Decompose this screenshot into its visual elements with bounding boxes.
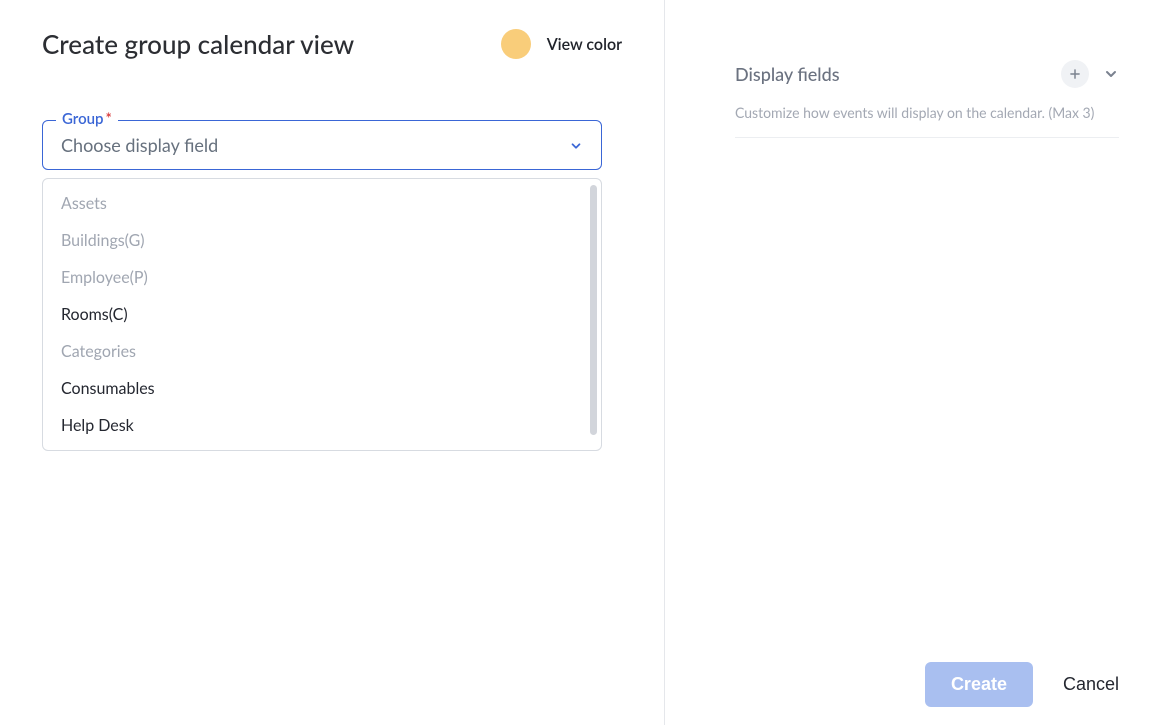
- scrollbar-thumb[interactable]: [590, 185, 597, 435]
- group-select[interactable]: Choose display field: [42, 120, 602, 170]
- group-field-legend: Group *: [56, 110, 118, 128]
- group-field: Group * Choose display field AssetsBuild…: [42, 120, 622, 451]
- group-dropdown: AssetsBuildings(G)Employee(P)Rooms(C)Cat…: [42, 178, 602, 451]
- group-option[interactable]: Help Desk: [43, 407, 601, 444]
- group-dropdown-list: AssetsBuildings(G)Employee(P)Rooms(C)Cat…: [43, 185, 601, 444]
- add-display-field-button[interactable]: [1061, 60, 1089, 88]
- footer-actions: Create Cancel: [925, 662, 1119, 707]
- group-option: Employee(P): [43, 259, 601, 296]
- view-color[interactable]: View color: [501, 29, 622, 59]
- cancel-button[interactable]: Cancel: [1063, 674, 1119, 695]
- group-field-legend-text: Group: [62, 110, 104, 128]
- group-option[interactable]: Consumables: [43, 370, 601, 407]
- scrollbar[interactable]: [590, 185, 597, 444]
- chevron-down-icon: [569, 138, 583, 152]
- page-title: Create group calendar view: [42, 28, 354, 60]
- color-swatch[interactable]: [501, 29, 531, 59]
- group-select-placeholder: Choose display field: [61, 134, 218, 156]
- display-fields-actions: [1061, 60, 1119, 88]
- display-fields-header: Display fields: [735, 60, 1119, 94]
- create-button[interactable]: Create: [925, 662, 1033, 707]
- group-option: Assets: [43, 185, 601, 222]
- required-indicator: *: [106, 110, 112, 128]
- group-option: Buildings(G): [43, 222, 601, 259]
- group-option: Categories: [43, 333, 601, 370]
- group-option[interactable]: Rooms(C): [43, 296, 601, 333]
- header-row: Create group calendar view View color: [42, 28, 622, 60]
- view-color-label: View color: [547, 35, 622, 54]
- toggle-display-fields-icon[interactable]: [1103, 66, 1119, 82]
- display-fields-title: Display fields: [735, 63, 840, 85]
- display-fields-subtitle: Customize how events will display on the…: [735, 104, 1119, 138]
- left-pane: Create group calendar view View color Gr…: [0, 0, 665, 725]
- right-pane: Display fields Customize how events will…: [665, 0, 1159, 725]
